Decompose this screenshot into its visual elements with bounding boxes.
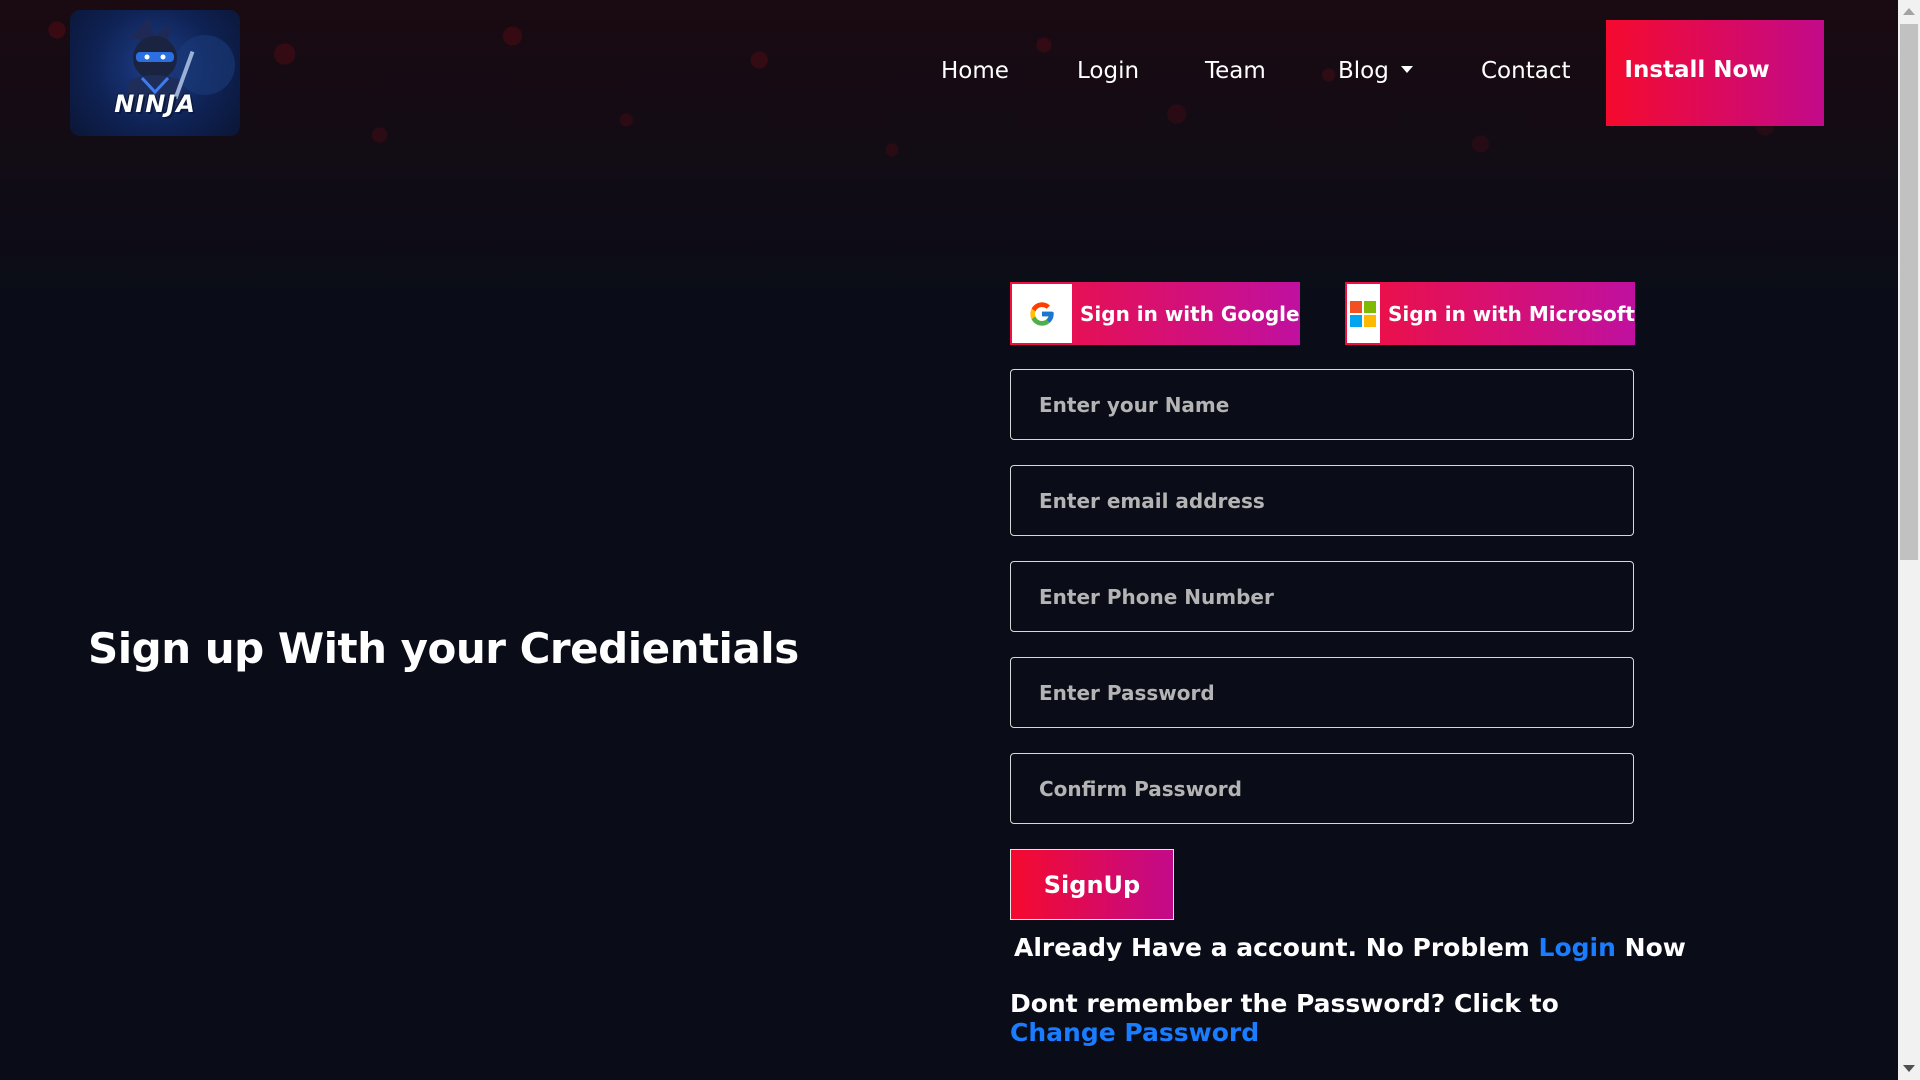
microsoft-signin-button[interactable]: Sign in with Microsoft [1345,282,1635,345]
login-prompt: Already Have a account. No Problem Login… [1014,933,1686,962]
login-prompt-suffix: Now [1624,933,1686,962]
logo-text: NINJA [114,90,196,118]
phone-field[interactable] [1010,561,1634,632]
signup-button[interactable]: SignUp [1010,849,1174,920]
name-field[interactable] [1010,369,1634,440]
reset-prompt-prefix: Dont remember the Password? Click to [1010,989,1559,1018]
nav-blog[interactable]: Blog [1338,58,1413,84]
microsoft-signin-label: Sign in with Microsoft [1387,301,1635,326]
google-signin-button[interactable]: Sign in with Google [1010,282,1300,345]
install-now-label: Install Now [1624,57,1770,83]
change-password-link[interactable]: Change Password [1010,1018,1259,1047]
email-field[interactable] [1010,465,1634,536]
password-field[interactable] [1010,657,1634,728]
nav-contact[interactable]: Contact [1481,58,1570,84]
google-icon-box [1012,284,1072,343]
login-link[interactable]: Login [1539,933,1616,962]
vertical-scrollbar[interactable] [1898,0,1920,1080]
scrollbar-thumb[interactable] [1900,24,1918,560]
chevron-down-icon [1400,66,1413,73]
page-title: Sign up With your Credientials [88,624,799,673]
scroll-down-icon[interactable] [1903,1065,1915,1072]
microsoft-icon [1350,300,1377,327]
nav-blog-label: Blog [1338,58,1389,84]
microsoft-icon-box [1347,284,1380,343]
nav-home[interactable]: Home [941,58,1009,84]
google-signin-label: Sign in with Google [1080,301,1300,326]
google-icon [1030,301,1054,326]
ninja-logo[interactable]: NINJA [70,10,240,136]
scroll-up-icon[interactable] [1903,8,1915,15]
nav-team[interactable]: Team [1205,58,1266,84]
reset-prompt: Dont remember the Password? Click to Cha… [1010,989,1640,1047]
install-now-button[interactable]: Install Now [1606,20,1824,126]
nav-login[interactable]: Login [1077,58,1139,84]
confirm-password-field[interactable] [1010,753,1634,824]
login-prompt-prefix: Already Have a account. No Problem [1014,933,1530,962]
